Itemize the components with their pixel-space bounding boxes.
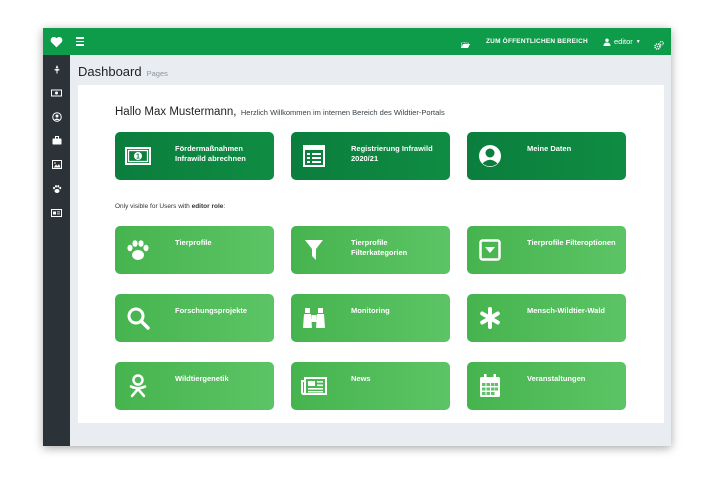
tile-registrierung-infrawild[interactable]: Registrierung Infrawild 2020/21 [291,132,450,180]
svg-text:1: 1 [136,154,140,161]
app-window: ZUM ÖFFENTLICHEN BEREICH editor ▼ Dashbo… [43,28,671,446]
editor-role: editor role [191,203,224,210]
tile-tierprofile-filteroptionen[interactable]: Tierprofile Filteroptionen [467,226,626,274]
form-icon [301,143,327,169]
calendar-icon [477,373,503,399]
user-icon [603,38,611,46]
public-area-link[interactable]: ZUM ÖFFENTLICHEN BEREICH [486,28,588,55]
image-icon[interactable] [51,159,62,170]
search-icon [125,305,151,331]
editor-note: Only visible for Users with editor role: [115,203,226,210]
greeting-name: Hallo Max Mustermann, [115,106,237,118]
tile-meine-daten[interactable]: Meine Daten [467,132,626,180]
page-title: Dashboard [78,64,142,79]
id-card-icon[interactable] [51,207,62,218]
caret-square-icon [477,237,503,263]
newspaper-icon [301,373,327,399]
page-subtitle: Pages [146,69,168,78]
tile-label: Tierprofile Filterkategorien [351,238,408,257]
leaf-icon[interactable] [51,63,62,74]
tile-label: Veranstaltungen [527,374,586,383]
top-bar: ZUM ÖFFENTLICHEN BEREICH editor ▼ [43,28,671,55]
user-circle-icon[interactable] [51,111,62,122]
cogs-icon[interactable] [654,37,664,55]
page-header: Dashboard Pages [78,63,168,81]
filter-icon [301,237,327,263]
tile-veranstaltungen[interactable]: Veranstaltungen [467,362,626,410]
tile-forschungsprojekte[interactable]: Forschungsprojekte [115,294,274,342]
menu-toggle-icon[interactable] [76,37,84,46]
tile-wildtiergenetik[interactable]: Wildtiergenetik [115,362,274,410]
folder-open-icon[interactable] [461,36,470,54]
tile-tierprofile-filterkategorien[interactable]: Tierprofile Filterkategorien [291,226,450,274]
tile-monitoring[interactable]: Monitoring [291,294,450,342]
sidebar [43,55,70,446]
tile-foerdermassnahmen[interactable]: 1 Fördermaßnahmen Infrawild abrechnen [115,132,274,180]
tile-mensch-wildtier-wald[interactable]: Mensch-Wildtier-Wald [467,294,626,342]
paw-icon [125,237,151,263]
tile-label: Tierprofile Filteroptionen [527,238,616,247]
user-name: editor [614,37,633,46]
asterisk-icon [477,305,503,331]
tile-label: Fördermaßnahmen Infrawild abrechnen [175,144,246,163]
briefcase-icon[interactable] [51,135,62,146]
paw-icon[interactable] [51,183,62,194]
money-icon[interactable] [51,87,62,98]
tile-label: Forschungsprojekte [175,306,248,315]
greeting: Hallo Max Mustermann, Herzlich Willkomme… [115,102,445,120]
tile-label: Mensch-Wildtier-Wald [527,306,605,315]
tile-label: Meine Daten [527,144,572,153]
user-menu[interactable]: editor ▼ [603,28,641,55]
tile-label: Registrierung Infrawild 2020/21 [351,144,433,163]
tile-label: News [351,374,371,383]
dashboard-card: Hallo Max Mustermann, Herzlich Willkomme… [78,85,664,423]
tile-label: Tierprofile [175,238,212,247]
user-icon [477,143,503,169]
binoculars-icon [301,305,327,331]
tile-label: Wildtiergenetik [175,374,229,383]
tile-tierprofile[interactable]: Tierprofile [115,226,274,274]
greeting-text: Herzlich Willkommen im internen Bereich … [240,108,445,117]
banknote-icon: 1 [125,143,151,169]
dna-person-icon [125,373,151,399]
tile-label: Monitoring [351,306,390,315]
heart-logo-icon[interactable] [43,28,70,55]
tile-news[interactable]: News [291,362,450,410]
caret-down-icon: ▼ [635,38,641,45]
